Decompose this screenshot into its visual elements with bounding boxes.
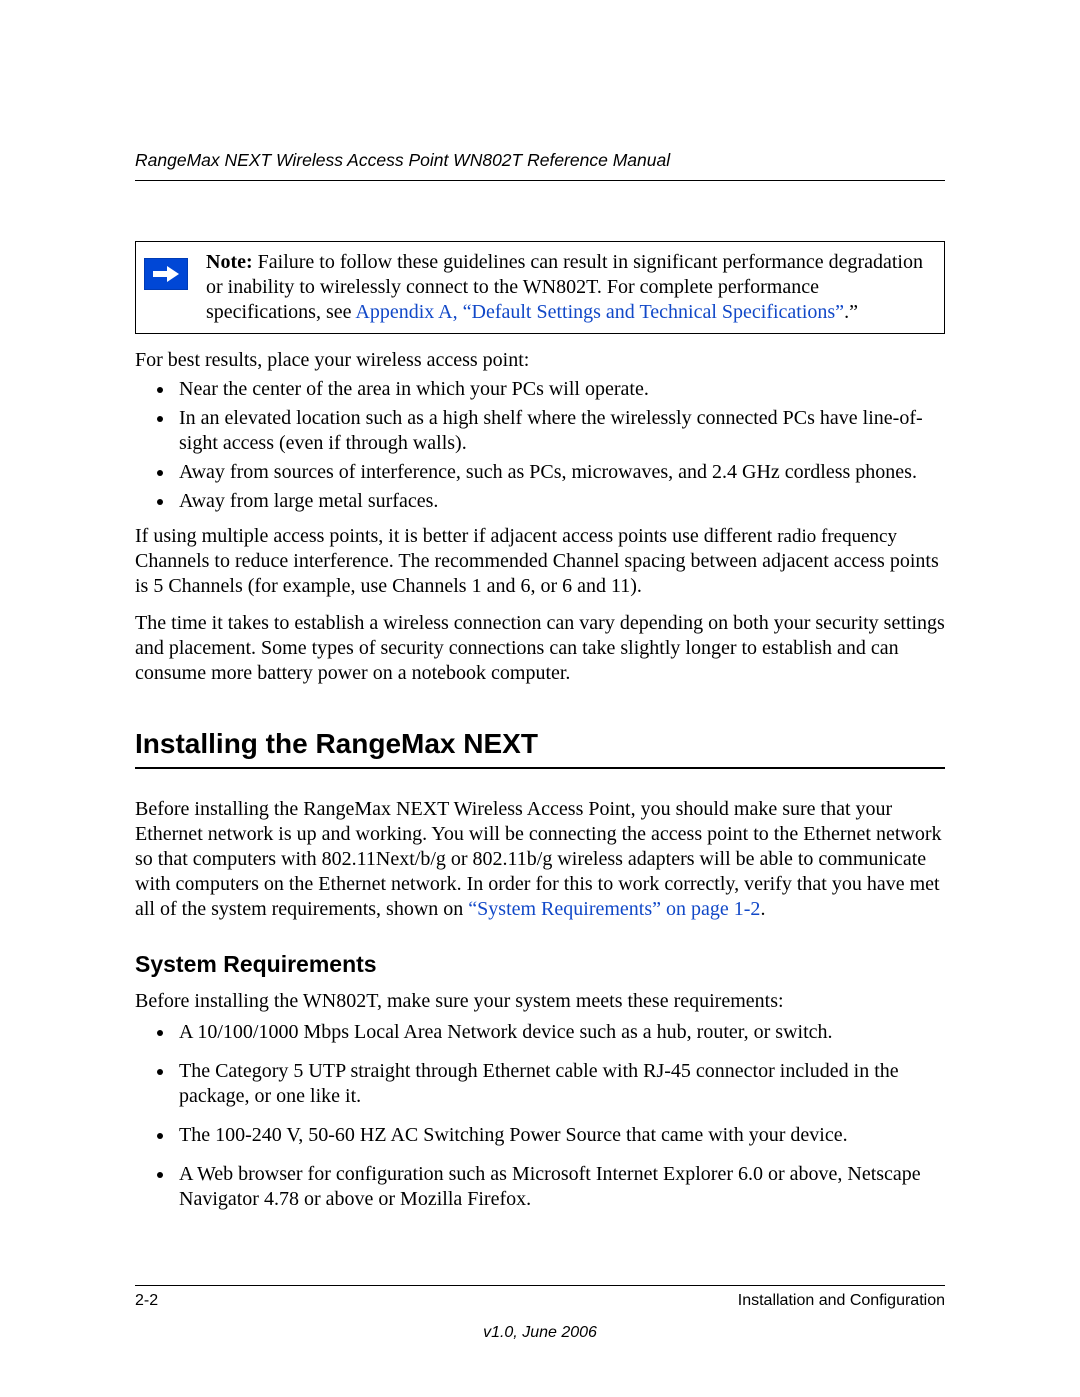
multi-ap-paragraph: If using multiple access points, it is b… bbox=[135, 524, 945, 599]
note-icon-cell bbox=[136, 242, 206, 306]
note-callout: Note: Failure to follow these guidelines… bbox=[135, 241, 945, 334]
best-results-list: Near the center of the area in which you… bbox=[135, 377, 945, 514]
text: . bbox=[760, 898, 765, 920]
list-item: A 10/100/1000 Mbps Local Area Network de… bbox=[175, 1020, 945, 1045]
best-results-intro: For best results, place your wireless ac… bbox=[135, 348, 945, 373]
heading-system-requirements: System Requirements bbox=[135, 950, 945, 979]
page-number: 2-2 bbox=[135, 1292, 158, 1310]
sysreq-intro: Before installing the WN802T, make sure … bbox=[135, 989, 945, 1014]
doc-version: v1.0, June 2006 bbox=[135, 1324, 945, 1342]
note-body-after: .” bbox=[844, 301, 858, 323]
running-header: RangeMax NEXT Wireless Access Point WN80… bbox=[135, 150, 945, 181]
list-item: The Category 5 UTP straight through Ethe… bbox=[175, 1059, 945, 1109]
list-item: In an elevated location such as a high s… bbox=[175, 406, 945, 456]
note-text: Note: Failure to follow these guidelines… bbox=[206, 242, 944, 333]
appendix-link[interactable]: Appendix A, “Default Settings and Techni… bbox=[355, 301, 844, 323]
list-item: Near the center of the area in which you… bbox=[175, 377, 945, 402]
heading-installing: Installing the RangeMax NEXT bbox=[135, 726, 945, 769]
list-item: Away from sources of interference, such … bbox=[175, 460, 945, 485]
text: Channels to reduce interference. The rec… bbox=[135, 550, 939, 597]
text: If using multiple access points, it is b… bbox=[135, 525, 777, 547]
list-item: The 100-240 V, 50-60 HZ AC Switching Pow… bbox=[175, 1123, 945, 1148]
sysreq-list: A 10/100/1000 Mbps Local Area Network de… bbox=[135, 1020, 945, 1212]
arrow-right-icon bbox=[144, 258, 188, 290]
list-item: Away from large metal surfaces. bbox=[175, 489, 945, 514]
list-item: A Web browser for configuration such as … bbox=[175, 1162, 945, 1212]
install-intro-paragraph: Before installing the RangeMax NEXT Wire… bbox=[135, 797, 945, 922]
sysreq-crossref-link[interactable]: “System Requirements” on page 1-2 bbox=[468, 898, 760, 920]
connection-time-paragraph: The time it takes to establish a wireles… bbox=[135, 611, 945, 686]
page-content: RangeMax NEXT Wireless Access Point WN80… bbox=[0, 0, 1080, 1286]
section-name: Installation and Configuration bbox=[738, 1292, 945, 1310]
radio-frequency-term: radio frequency bbox=[777, 526, 897, 547]
page-footer: 2-2 Installation and Configuration v1.0,… bbox=[135, 1285, 945, 1342]
note-label: Note: bbox=[206, 251, 253, 273]
